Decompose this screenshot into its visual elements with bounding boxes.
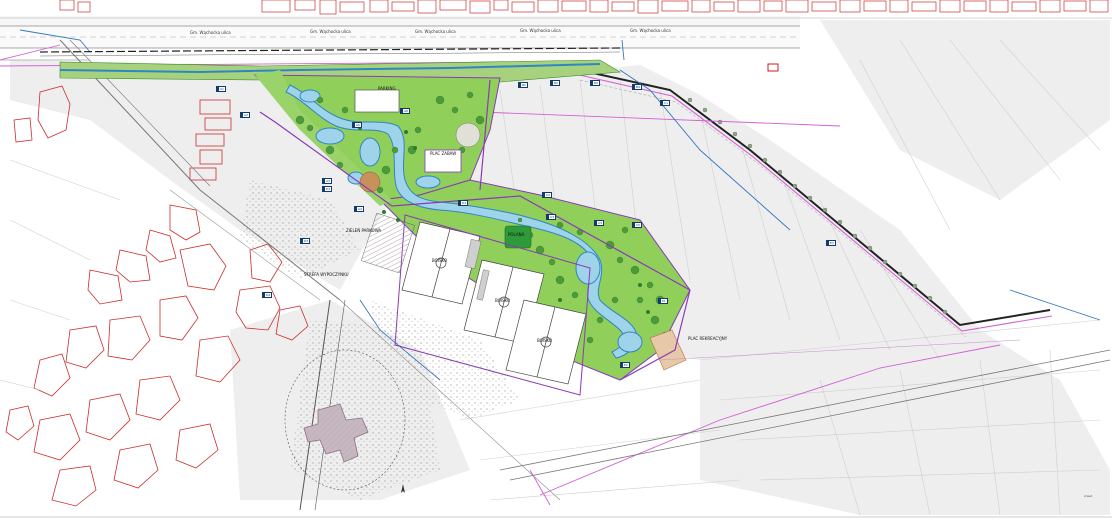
road-label: Gm. Wąchocka ulica [310, 29, 351, 34]
sign-marker: E1 [658, 298, 668, 304]
site-label-meadow: POLANA [508, 232, 525, 237]
sign-marker: B3 [590, 80, 600, 86]
sign-marker: A6 [400, 108, 410, 114]
sign-marker: C2 [542, 192, 553, 198]
site-label-pitch: BOISKO [495, 298, 511, 303]
sign-marker: C5 [632, 222, 643, 228]
north-arrow-icon [401, 484, 405, 493]
sign-marker: A2 [240, 112, 250, 118]
site-label-playground: PLAC ZABAW [430, 151, 457, 156]
sign-marker: B1 [518, 82, 528, 88]
sign-marker: C1 [660, 100, 671, 106]
top-buildings [59, 0, 1109, 15]
site-label-pitch: BOISKO [432, 258, 448, 263]
site-label-parking: PARKING [378, 86, 396, 91]
sign-marker: C3 [546, 214, 557, 220]
road-label: Gm. Wąchocka ulica [190, 30, 231, 35]
sign-marker: A4 [354, 206, 364, 212]
site-label-green: ZIELEŃ PARKOWA [346, 228, 382, 233]
sign-marker: A3 [322, 178, 332, 184]
site-label-recreation: PLAC REKREACYJNY [688, 336, 728, 341]
road-label: Gm. Wąchocka ulica [630, 28, 671, 33]
sign-marker: C4 [594, 220, 605, 226]
road-label: Gm. Wąchocka ulica [415, 29, 456, 34]
sign-marker: E3 [826, 240, 836, 246]
sign-marker: B4 [632, 84, 642, 90]
road-label: Gm. Wąchocka ulica [520, 28, 561, 33]
site-plan-map [0, 0, 1112, 518]
site-label-rest: STREFA WYPOCZYNKU [304, 272, 349, 277]
sheet-stamp: sheet [1084, 494, 1093, 498]
sign-marker: E2 [620, 362, 630, 368]
red-marker [767, 63, 779, 72]
sign-marker: B2 [550, 80, 560, 86]
sign-marker: A1 [216, 86, 226, 92]
sign-marker: D2 [322, 186, 333, 192]
site-label-pitch: BOISKO [537, 338, 553, 343]
sign-marker: A5 [352, 122, 362, 128]
sign-marker: D4 [262, 292, 273, 298]
sign-marker: D1 [458, 200, 469, 206]
sign-marker: D3 [300, 238, 311, 244]
